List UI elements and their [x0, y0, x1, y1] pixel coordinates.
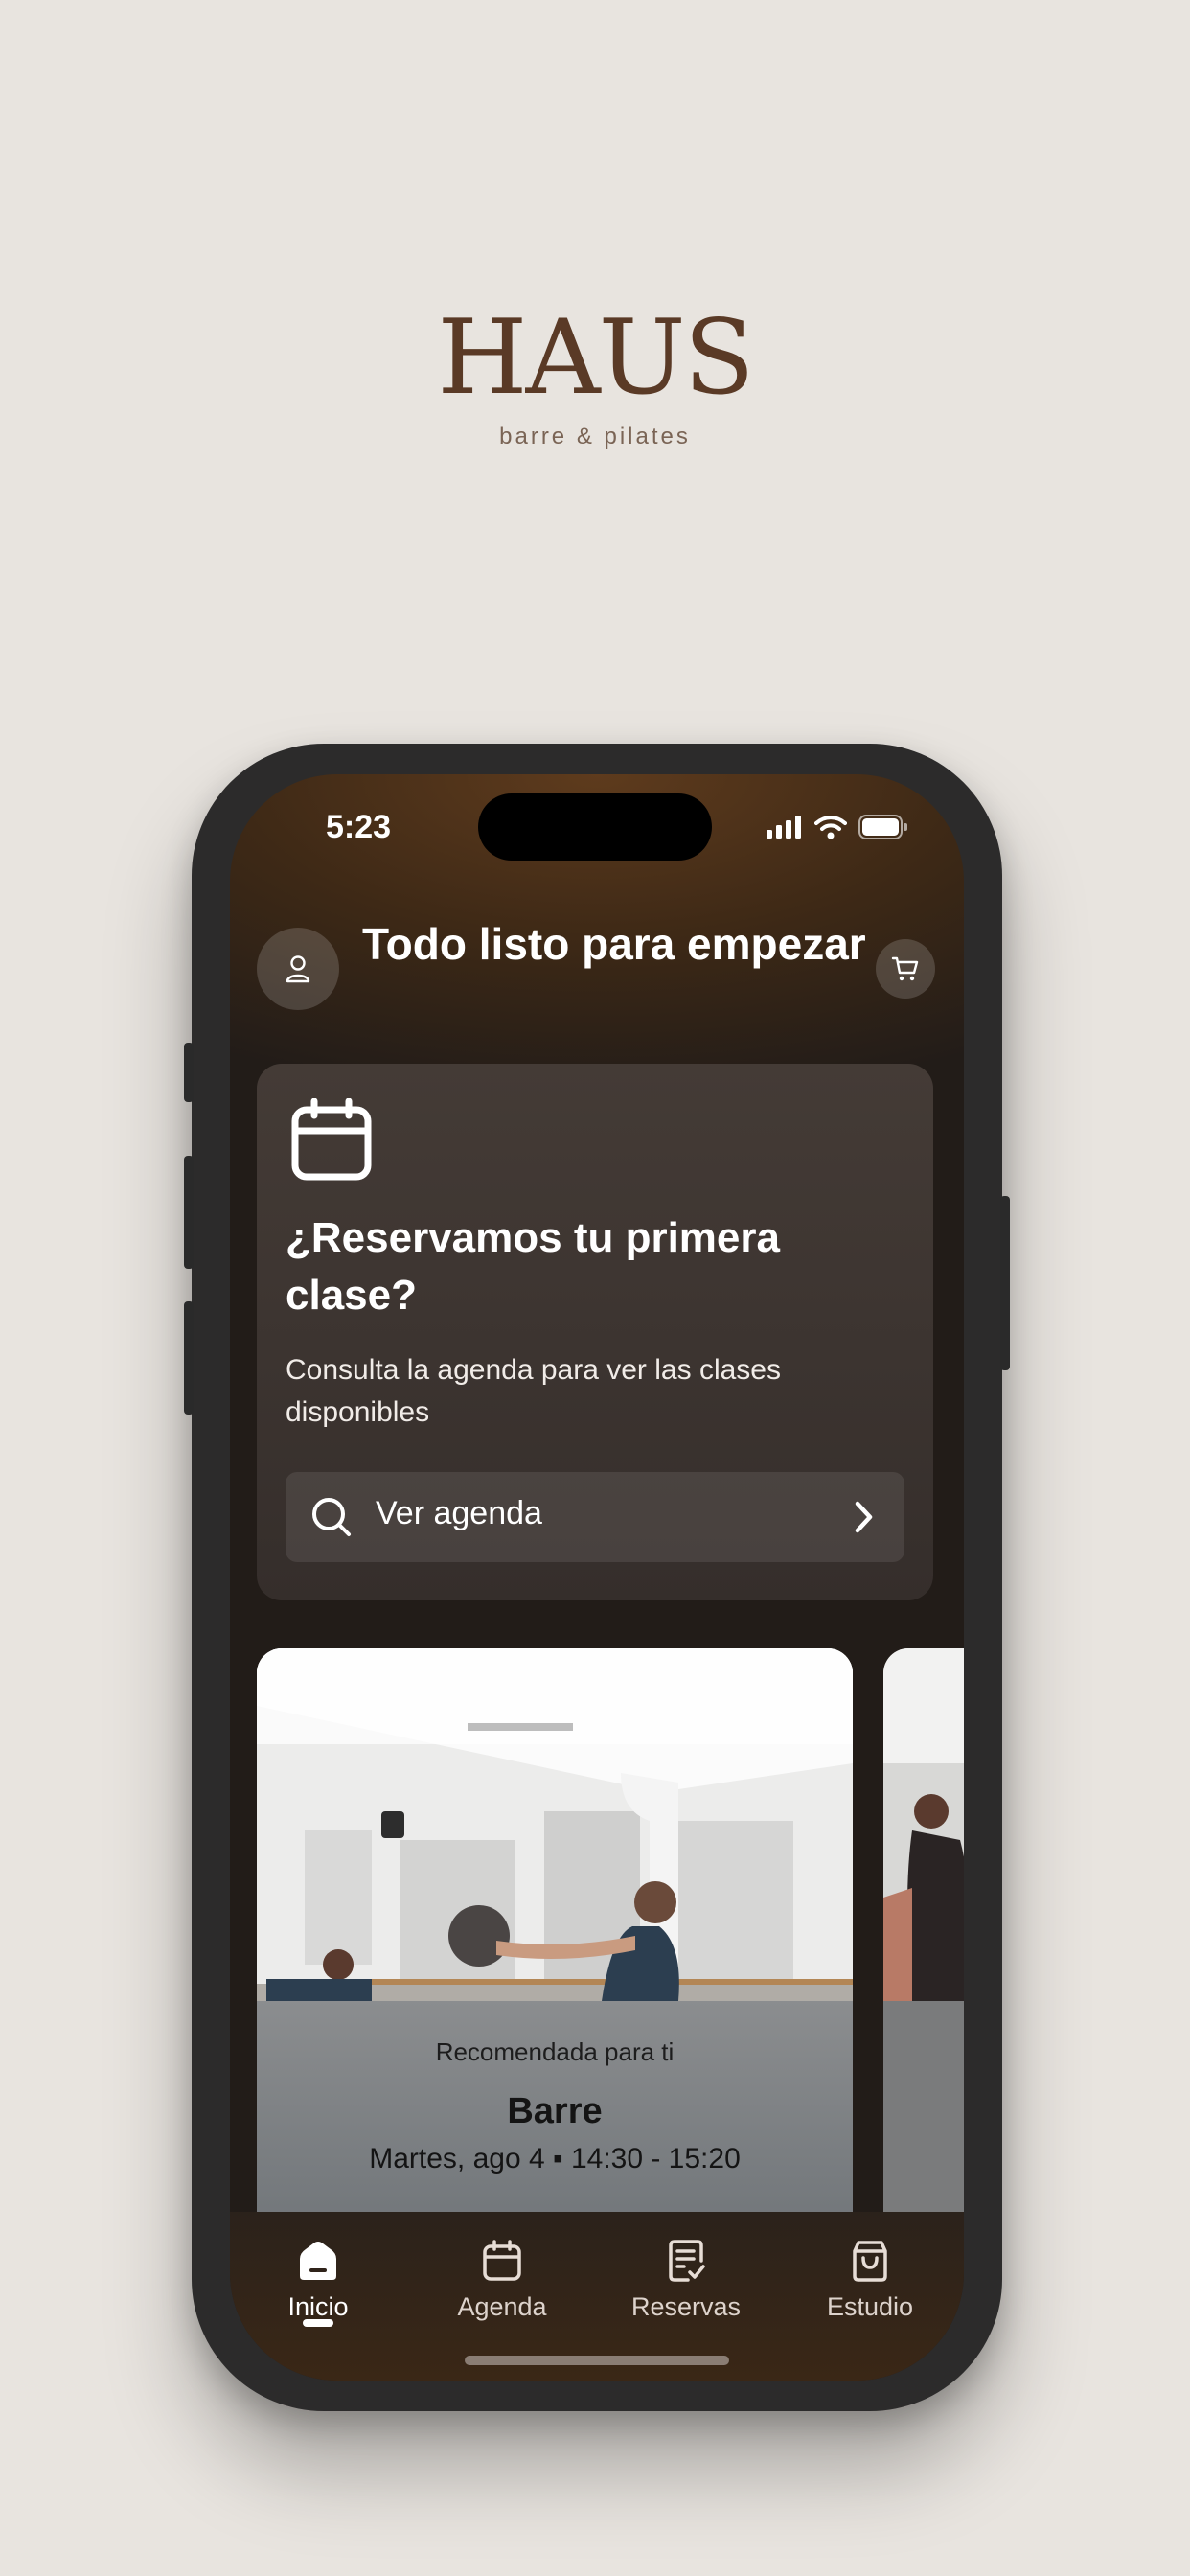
status-icons — [767, 815, 908, 840]
user-icon — [286, 955, 310, 983]
profile-button[interactable] — [257, 928, 339, 1010]
tab-bar: Inicio Agenda Reservas Estudio — [230, 2212, 964, 2380]
tab-label: Estudio — [826, 2292, 914, 2321]
wifi-icon — [814, 816, 847, 840]
brand-logo: HAUS barre & pilates — [0, 307, 1190, 450]
cart-icon — [891, 956, 919, 981]
class-schedule: Martes, ago 4 ▪ 14:30 - 15:20 — [369, 2143, 741, 2174]
home-icon — [300, 2242, 336, 2280]
cellular-signal-icon — [767, 816, 801, 839]
shopping-bag-icon — [853, 2241, 887, 2282]
app-screen: 5:23 Todo listo para empezar ¿Reservamos… — [230, 774, 964, 2380]
home-indicator[interactable] — [465, 2356, 729, 2365]
bookings-icon — [669, 2240, 705, 2282]
next-class-card[interactable] — [883, 1648, 964, 2262]
action-button — [184, 1043, 194, 1102]
view-agenda-button[interactable]: Ver agenda — [286, 1472, 904, 1562]
tab-label: Agenda — [457, 2292, 547, 2321]
view-agenda-label: Ver agenda — [376, 1495, 542, 1531]
power-button — [1000, 1196, 1010, 1370]
status-time: 5:23 — [326, 809, 392, 845]
search-icon — [312, 1498, 351, 1536]
page-title: Todo listo para empezar — [362, 919, 866, 969]
tab-agenda[interactable]: Agenda — [425, 2237, 579, 2322]
dynamic-island — [478, 794, 712, 861]
card-description: Consulta la agenda para ver las clases d… — [286, 1354, 781, 1428]
calendar-icon — [483, 2240, 521, 2281]
tab-estudio[interactable]: Estudio — [793, 2237, 947, 2322]
app-header: Todo listo para empezar — [230, 880, 964, 1010]
status-bar: 5:23 — [230, 774, 964, 870]
calendar-icon — [291, 1098, 372, 1181]
class-name: Barre — [507, 2091, 603, 2131]
battery-icon — [858, 815, 907, 840]
tab-reservas[interactable]: Reservas — [609, 2237, 763, 2322]
tab-inicio[interactable]: Inicio — [241, 2237, 395, 2322]
next-class-photo — [883, 1648, 964, 2262]
chevron-right-icon — [855, 1501, 873, 1533]
phone-frame: 5:23 Todo listo para empezar ¿Reservamos… — [184, 744, 1010, 2411]
tab-label: Reservas — [630, 2292, 742, 2321]
recommended-label: Recomendada para ti — [435, 2037, 675, 2066]
recommended-class-card[interactable]: Recomendada para ti Barre Martes, ago 4 … — [257, 1648, 853, 2262]
brand-tagline: barre & pilates — [499, 424, 691, 449]
volume-up-button — [184, 1156, 194, 1269]
active-tab-indicator — [303, 2319, 333, 2327]
card-title: ¿Reservamos tu primera clase? — [286, 1214, 780, 1319]
cart-button[interactable] — [876, 939, 935, 999]
first-class-card: ¿Reservamos tu primera clase? Consulta l… — [257, 1064, 933, 1600]
brand-name: HAUS — [437, 298, 754, 418]
tab-label: Inicio — [287, 2292, 349, 2321]
class-photo — [257, 1648, 853, 2001]
volume-down-button — [184, 1301, 194, 1414]
